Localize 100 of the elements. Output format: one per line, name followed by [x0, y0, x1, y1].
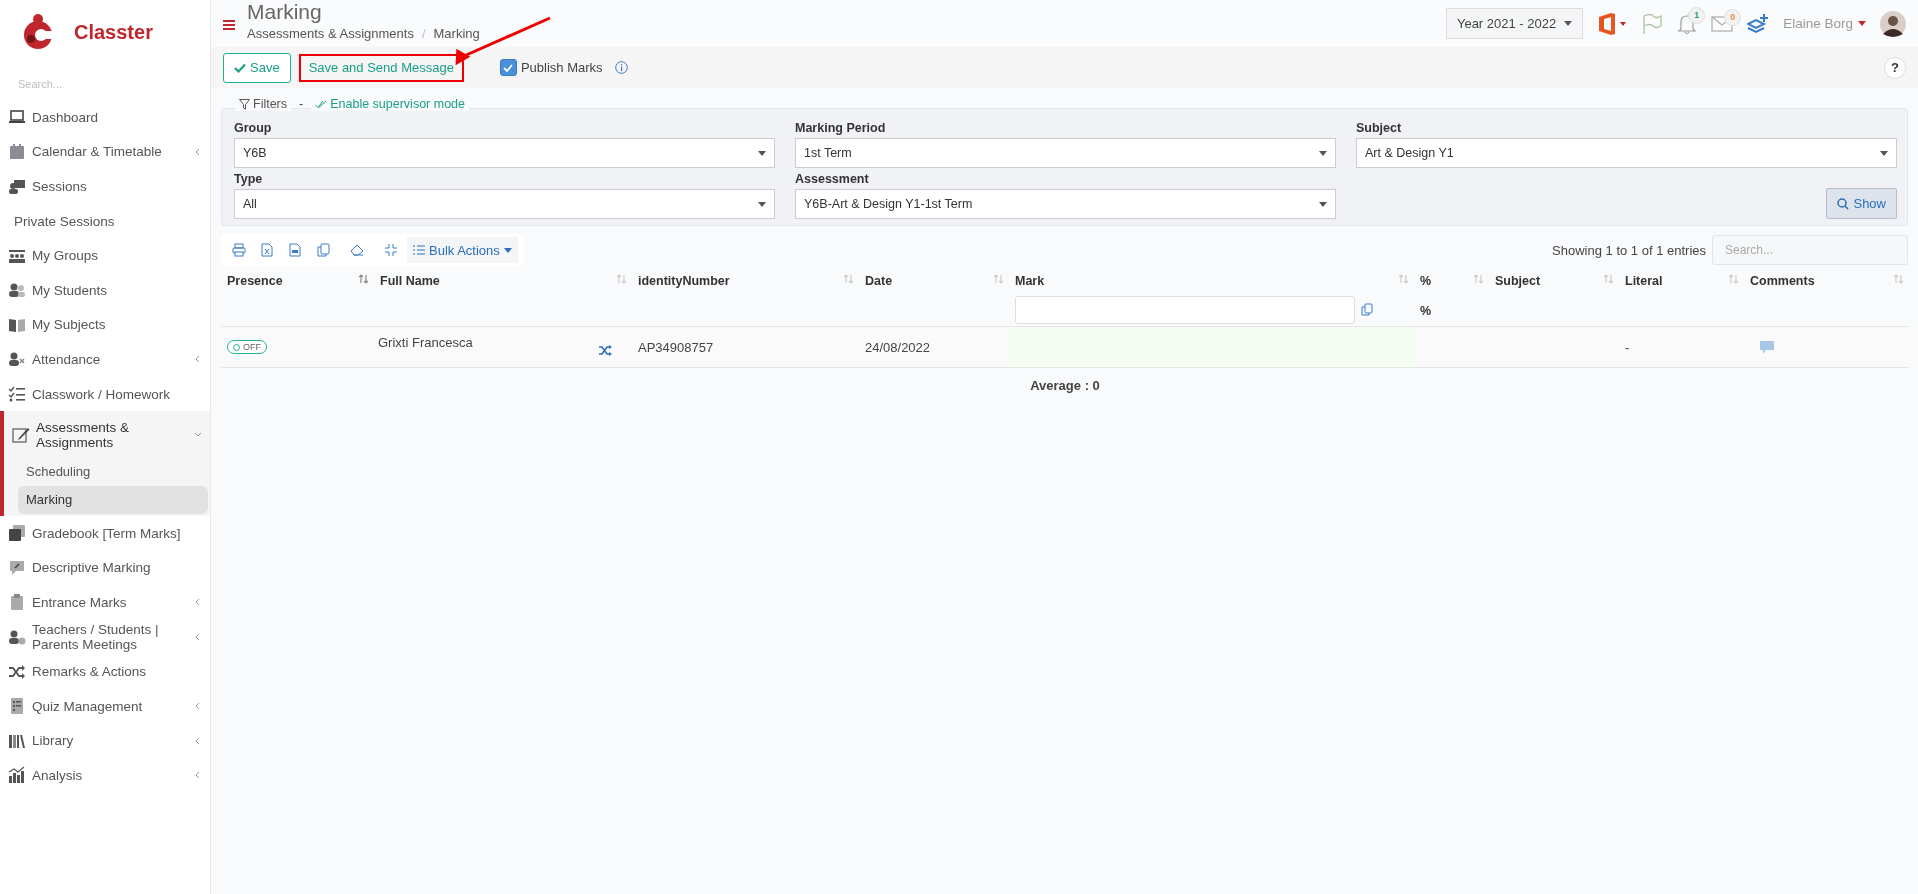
double-check-icon [315, 99, 328, 109]
envelope-icon[interactable] [1711, 14, 1734, 33]
breadcrumb-item[interactable]: Assessments & Assignments [247, 26, 414, 41]
sort-icon[interactable] [994, 274, 1003, 284]
checkbox-label[interactable]: Publish Marks [520, 60, 603, 75]
table-search-field[interactable]: Search... [1712, 235, 1908, 265]
select-field[interactable]: All [234, 189, 775, 219]
filters-label: Filters [253, 97, 288, 111]
caret-icon [1319, 201, 1327, 207]
sort-icon[interactable] [1604, 274, 1613, 284]
average-text: Average : 0 [1030, 378, 1100, 393]
select-field[interactable]: Y6B [234, 138, 775, 168]
search-field[interactable]: Search... [12, 74, 194, 94]
flag-icon[interactable] [1641, 12, 1664, 35]
mark-input-field[interactable] [1015, 296, 1355, 324]
check-icon [503, 63, 514, 72]
sidebar-item[interactable]: Classwork / Homework [0, 376, 210, 412]
chevron-left-icon[interactable] [194, 702, 202, 711]
sidebar-item[interactable]: Calendar & Timetable [0, 134, 210, 170]
chevron-left-icon[interactable] [194, 598, 202, 607]
copy-icon[interactable] [1361, 303, 1373, 316]
layers-add-icon[interactable] [1747, 12, 1770, 35]
breadcrumb-item[interactable]: Marking [433, 26, 480, 41]
sort-icon[interactable] [1729, 274, 1738, 284]
office-icon[interactable] [1597, 11, 1628, 36]
sidebar-item[interactable]: My Subjects [0, 307, 210, 343]
field-label: Assessment [795, 172, 870, 186]
sidebar-item[interactable]: Private Sessions [0, 203, 210, 239]
sidebar-item[interactable]: Assessments & Assignments [4, 411, 210, 458]
table-cell: Grixti Francesca [378, 335, 473, 350]
column-header[interactable]: Full Name [380, 274, 440, 294]
sidebar-item[interactable]: Gradebook [Term Marks] [0, 515, 210, 551]
chevron-down-icon[interactable] [194, 430, 202, 439]
sidebar-item[interactable]: Sessions [0, 169, 210, 204]
message-badge: 0 [1724, 8, 1742, 26]
sidebar-item[interactable]: Analysis [0, 758, 210, 793]
sidebar-item[interactable]: Entrance Marks [0, 585, 210, 620]
chevron-left-icon[interactable] [194, 633, 202, 641]
help-button[interactable]: ? [1884, 56, 1906, 79]
sidebar-item[interactable]: My Students [0, 272, 210, 308]
caret-icon [1319, 150, 1327, 156]
chevron-left-icon[interactable] [194, 736, 202, 745]
percent-subheader: % [1420, 304, 1432, 318]
chevron-left-icon[interactable] [194, 771, 202, 780]
shuffle-icon[interactable] [599, 345, 612, 356]
column-header[interactable]: % [1420, 274, 1432, 294]
select-field[interactable]: Art & Design Y1 [1356, 138, 1897, 168]
select-field[interactable]: 1st Term [795, 138, 1336, 168]
sort-icon[interactable] [1399, 274, 1408, 284]
sort-icon[interactable] [1894, 274, 1903, 284]
toggle-knob-icon [233, 343, 240, 351]
presence-toggle[interactable]: OFF [227, 340, 267, 354]
column-header[interactable]: Presence [227, 274, 283, 294]
sidebar-item[interactable]: Teachers / Students | Parents Meetings [0, 619, 210, 655]
page-title: Marking [247, 0, 323, 24]
field-label: Group [234, 121, 273, 135]
sidebar-item[interactable]: Quiz Management [0, 688, 210, 724]
column-header[interactable]: Date [865, 274, 893, 294]
info-icon[interactable] [614, 61, 628, 74]
table-cell: AP34908757 [638, 339, 714, 355]
year-dropdown[interactable]: Year 2021 - 2022 [1445, 8, 1584, 39]
sort-icon[interactable] [359, 274, 368, 284]
caret-icon [758, 150, 766, 156]
caret-icon [1858, 21, 1866, 26]
sidebar-item[interactable]: Descriptive Marking [0, 550, 210, 586]
chevron-left-icon[interactable] [194, 147, 202, 156]
show-button[interactable]: Show [1826, 188, 1897, 219]
bell-icon[interactable] [1677, 12, 1698, 35]
submenu-item[interactable]: Scheduling [18, 457, 208, 486]
comment-icon[interactable] [1760, 340, 1774, 354]
caret-icon [758, 201, 766, 207]
caret-icon [1564, 21, 1573, 26]
notification-badge: 1 [1688, 6, 1706, 24]
sort-icon[interactable] [617, 274, 626, 284]
sidebar-item[interactable]: Dashboard [0, 100, 210, 135]
breadcrumb-separator: / [421, 26, 426, 41]
sidebar-item[interactable]: Library [0, 723, 210, 759]
list-icon [413, 245, 425, 255]
table-cell: 24/08/2022 [865, 339, 931, 355]
column-header[interactable]: identityNumber [638, 274, 730, 294]
bulk-actions-button[interactable]: Bulk Actions [407, 237, 518, 263]
sidebar-item[interactable]: Attendance [0, 342, 210, 377]
column-header[interactable]: Comments [1750, 274, 1815, 294]
field-label: Type [234, 172, 264, 186]
column-header[interactable]: Literal [1625, 274, 1663, 294]
column-header[interactable]: Mark [1015, 274, 1045, 294]
sort-icon[interactable] [844, 274, 853, 284]
table-cell: - [1625, 339, 1630, 355]
submenu-item[interactable]: Marking [18, 485, 208, 514]
column-header[interactable]: Subject [1495, 274, 1541, 294]
field-label: Marking Period [795, 121, 887, 135]
field-label: Subject [1356, 121, 1403, 135]
chevron-left-icon[interactable] [194, 355, 202, 364]
checkbox[interactable] [499, 59, 517, 76]
sidebar-item[interactable]: My Groups [0, 238, 210, 273]
avatar[interactable] [1880, 10, 1906, 37]
sidebar-item[interactable]: Remarks & Actions [0, 654, 210, 689]
select-field[interactable]: Y6B-Art & Design Y1-1st Term [795, 189, 1336, 219]
sort-icon[interactable] [1474, 274, 1483, 284]
search-icon [1837, 197, 1850, 210]
